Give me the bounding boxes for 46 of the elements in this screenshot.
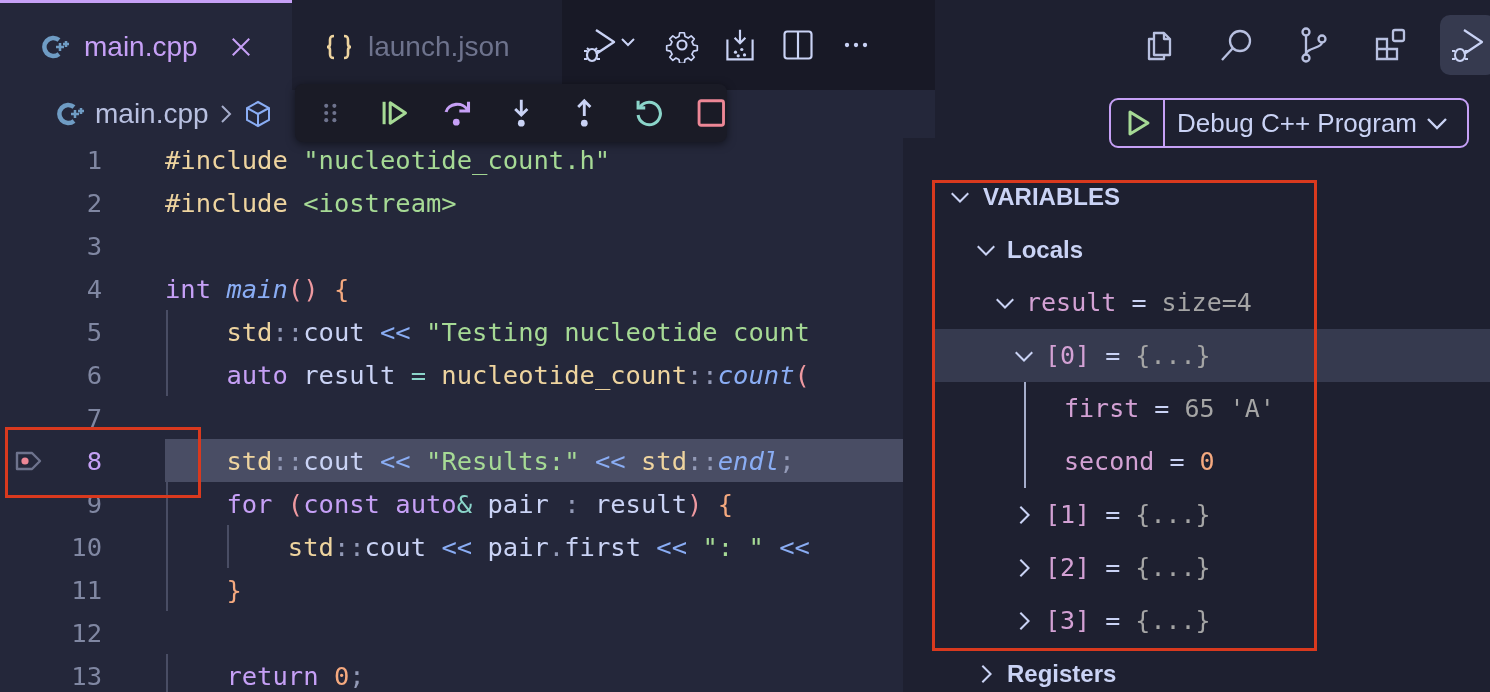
line-number: 7	[85, 402, 102, 433]
code-line: #include "nucleotide_count.h"	[165, 143, 611, 177]
close-icon[interactable]	[229, 35, 252, 58]
code-line: #include <iostream>	[165, 186, 457, 220]
split-editor-icon[interactable]	[780, 27, 816, 63]
tree-row[interactable]: result = size=4	[935, 276, 1490, 329]
line-number: 10	[70, 531, 102, 562]
line-number: 12	[70, 617, 102, 648]
variable-entry: [1] = {...}	[1045, 500, 1211, 529]
variable-entry: second = 0	[1064, 447, 1215, 476]
line-number: 13	[70, 660, 102, 691]
tree-row[interactable]: [1] = {...}	[935, 488, 1490, 541]
code-line: for (const auto& pair : result) {	[225, 487, 734, 521]
variable-entry: result = size=4	[1026, 288, 1252, 317]
code-line: std::cout << pair.first << ": " <<	[286, 530, 810, 564]
line-number: 6	[85, 359, 102, 390]
variable-entry: [0] = {...}	[1045, 341, 1211, 370]
line-number: 3	[85, 230, 102, 261]
tree-row[interactable]: [3] = {...}	[935, 594, 1490, 647]
scope-label: Locals	[1007, 235, 1084, 264]
line-number: 2	[85, 187, 102, 218]
section-header[interactable]: VARIABLES	[935, 170, 1490, 223]
variable-entry: [2] = {...}	[1045, 553, 1211, 582]
tree-row[interactable]: first = 65 'A'	[935, 382, 1490, 435]
code-line: int main() {	[165, 272, 350, 306]
tree-row[interactable]: [2] = {...}	[935, 541, 1490, 594]
variable-entry: first = 65 'A'	[1064, 394, 1275, 423]
tree-row[interactable]: Locals	[935, 223, 1490, 276]
code-line: return 0;	[225, 659, 365, 692]
line-number: 4	[85, 273, 102, 304]
breadcrumb-item[interactable]: main.cpp	[95, 98, 209, 130]
line-number: 11	[70, 574, 102, 605]
editor-tab[interactable]: main.cpp	[0, 0, 292, 90]
code-line: auto result = nucleotide_count::count(	[225, 358, 810, 392]
line-number: 8	[85, 445, 102, 476]
tree-row[interactable]: [0] = {...}	[935, 329, 1490, 382]
tree-row[interactable]: Registers	[935, 647, 1490, 692]
scope-label: Registers	[1007, 659, 1117, 688]
variable-entry: [3] = {...}	[1045, 606, 1211, 635]
code-line: std::cout << "Testing nucleotide count	[225, 315, 810, 349]
line-number: 1	[85, 144, 102, 175]
code-line: }	[225, 573, 242, 607]
activity-bar-button[interactable]	[1440, 15, 1490, 75]
tree-row[interactable]: second = 0	[935, 435, 1490, 488]
stop-icon[interactable]	[696, 97, 728, 129]
line-number: 5	[85, 316, 102, 347]
